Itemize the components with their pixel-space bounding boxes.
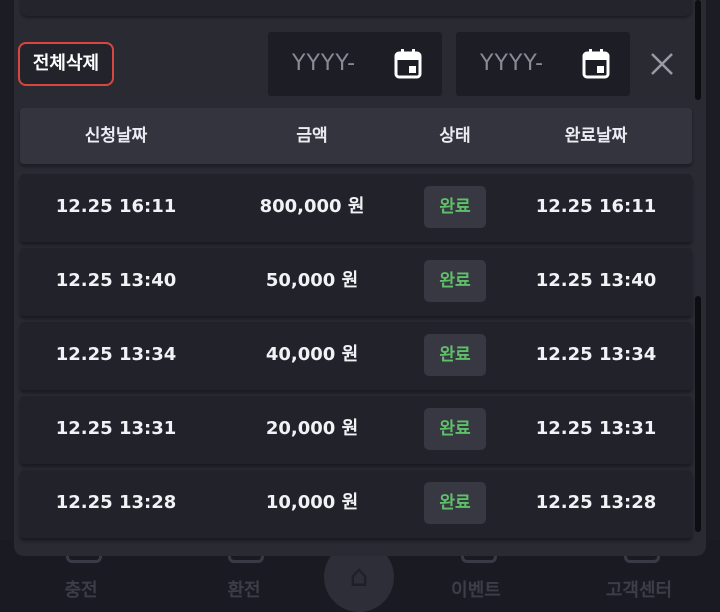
request-date-cell: 12.25 16:11 bbox=[55, 196, 177, 217]
done-date-cell: 12.25 16:11 bbox=[535, 196, 657, 217]
history-modal: 전체삭제 YYYY- YYYY- 신청날짜 금액 상태 완료날짜 12.25 1 bbox=[14, 0, 706, 556]
previous-row-edge bbox=[20, 0, 692, 16]
nav-item-exchange[interactable]: 환전 bbox=[184, 576, 304, 602]
amount-cell: 10,000 원 bbox=[265, 492, 359, 513]
table-row[interactable]: 12.25 13:28 10,000 원 완료 12.25 13:28 bbox=[20, 470, 692, 538]
status-badge: 완료 bbox=[424, 482, 486, 524]
home-icon: ⌂ bbox=[349, 559, 369, 594]
amount-cell: 20,000 원 bbox=[265, 418, 359, 439]
table-row[interactable]: 12.25 16:11 800,000 원 완료 12.25 16:11 bbox=[20, 174, 692, 242]
column-header-amount: 금액 bbox=[296, 126, 328, 146]
status-badge: 완료 bbox=[424, 408, 486, 450]
column-header-status: 상태 bbox=[439, 126, 471, 146]
scrollbar-track-segment[interactable] bbox=[695, 296, 701, 532]
column-header-request-date: 신청날짜 bbox=[84, 126, 148, 146]
amount-cell: 50,000 원 bbox=[265, 270, 359, 291]
table-row[interactable]: 12.25 13:31 20,000 원 완료 12.25 13:31 bbox=[20, 396, 692, 464]
start-date-field[interactable]: YYYY- bbox=[268, 32, 442, 96]
end-date-placeholder: YYYY- bbox=[480, 51, 545, 76]
request-date-cell: 12.25 13:40 bbox=[55, 270, 177, 291]
status-badge: 완료 bbox=[424, 260, 486, 302]
done-date-cell: 12.25 13:34 bbox=[535, 344, 657, 365]
column-header-done-date: 완료날짜 bbox=[564, 126, 628, 146]
scrollbar-thumb[interactable] bbox=[695, 0, 701, 100]
done-date-cell: 12.25 13:28 bbox=[535, 492, 657, 513]
table-row[interactable]: 12.25 13:40 50,000 원 완료 12.25 13:40 bbox=[20, 248, 692, 316]
nav-item-support[interactable]: 고객센터 bbox=[579, 576, 699, 602]
done-date-cell: 12.25 13:40 bbox=[535, 270, 657, 291]
delete-all-button[interactable]: 전체삭제 bbox=[18, 42, 114, 86]
calendar-icon[interactable] bbox=[394, 49, 422, 79]
done-date-cell: 12.25 13:31 bbox=[535, 418, 657, 439]
table-row[interactable]: 12.25 13:34 40,000 원 완료 12.25 13:34 bbox=[20, 322, 692, 390]
start-date-placeholder: YYYY- bbox=[292, 51, 357, 76]
status-badge: 완료 bbox=[424, 334, 486, 376]
table-header: 신청날짜 금액 상태 완료날짜 bbox=[20, 108, 692, 164]
request-date-cell: 12.25 13:34 bbox=[55, 344, 177, 365]
amount-cell: 40,000 원 bbox=[265, 344, 359, 365]
close-icon[interactable] bbox=[646, 48, 678, 80]
status-badge: 완료 bbox=[424, 186, 486, 228]
nav-item-charge[interactable]: 충전 bbox=[21, 576, 141, 602]
amount-cell: 800,000 원 bbox=[259, 196, 365, 217]
request-date-cell: 12.25 13:31 bbox=[55, 418, 177, 439]
end-date-field[interactable]: YYYY- bbox=[456, 32, 630, 96]
calendar-icon[interactable] bbox=[582, 49, 610, 79]
request-date-cell: 12.25 13:28 bbox=[55, 492, 177, 513]
nav-item-event[interactable]: 이벤트 bbox=[416, 576, 536, 602]
